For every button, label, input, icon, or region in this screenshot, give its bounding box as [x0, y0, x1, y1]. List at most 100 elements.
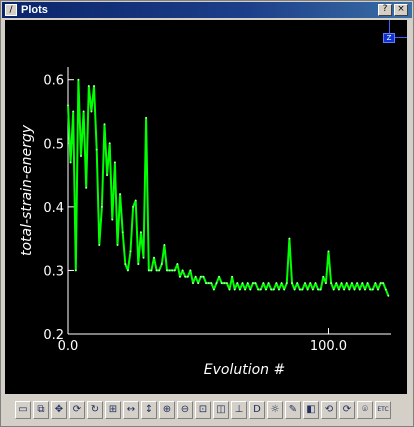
data-point [379, 282, 382, 285]
pan-icon[interactable]: ✥ [51, 401, 67, 419]
data-point [194, 275, 197, 278]
data-point [361, 282, 364, 285]
plot-toolbar: ▭ ⧉ ✥ ⟳ ↻ ⊞ ↔ ↕ ⊕ ⊖ ⊡ ◫ ⊥ D ☼ ✎ ◧ ⟲ ⟳ ⌾ ETC [5, 399, 407, 423]
data-point [291, 282, 293, 285]
data-point [371, 288, 374, 291]
y-tick-label: 0.3 [43, 264, 64, 279]
data-point [67, 104, 69, 107]
eraser-icon[interactable]: ✎ [285, 401, 301, 419]
data-point [358, 288, 361, 291]
data-point [351, 282, 353, 285]
data-point [236, 282, 239, 285]
data-point [322, 275, 325, 278]
data-point [283, 288, 286, 291]
data-point [80, 155, 82, 157]
data-point [197, 282, 200, 285]
horizontal-arrows-icon[interactable]: ↔ [123, 401, 139, 419]
data-point [95, 148, 98, 151]
data-point [267, 282, 270, 285]
data-point [314, 282, 317, 285]
data-point [293, 288, 296, 291]
data-point [377, 288, 379, 291]
vertical-arrows-icon[interactable]: ↕ [141, 401, 157, 419]
data-point [132, 205, 135, 208]
data-point [249, 288, 252, 291]
data-point [124, 263, 127, 265]
data-point [262, 282, 265, 285]
zoom-in-icon[interactable]: ⊕ [159, 401, 175, 419]
chart-svg: 0.20.30.40.50.60.0 100.0Evolution #total-… [19, 67, 391, 378]
data-point [366, 282, 369, 285]
data-point [160, 263, 163, 265]
data-point [127, 269, 129, 272]
x-tick-label: 0.0 [58, 339, 79, 354]
light-icon[interactable]: ☼ [267, 401, 283, 419]
plots-window: / Plots ? × 0.2 0.3 0.4 0.5 0.6 0.0 100.0 Evolu… [0, 0, 414, 427]
data-point [158, 269, 161, 272]
axes-icon[interactable]: ⊥ [231, 401, 247, 419]
corner-connector-line [389, 20, 390, 33]
rotate-icon[interactable]: ↻ [87, 401, 103, 419]
etc-icon[interactable]: ETC [375, 401, 391, 419]
default-icon[interactable]: D [249, 401, 265, 419]
window-title: Plots [21, 4, 48, 16]
x-tick-label: 100.0 [310, 339, 347, 354]
data-point [285, 282, 288, 285]
frame-icon[interactable]: ⊞ [105, 401, 121, 419]
data-point [338, 288, 340, 291]
cube-icon[interactable]: ◧ [303, 401, 319, 419]
data-point [218, 275, 220, 278]
data-point [259, 288, 262, 291]
data-point [345, 282, 348, 285]
copy-icon[interactable]: ⧉ [33, 401, 49, 419]
x-axis-label: Evolution # [204, 362, 285, 378]
data-point [155, 269, 158, 272]
close-button[interactable]: × [394, 4, 408, 16]
data-point [228, 288, 231, 291]
data-point [69, 161, 72, 164]
data-point [181, 269, 184, 272]
data-point [184, 275, 187, 278]
data-point [296, 282, 299, 285]
data-point [387, 294, 390, 297]
data-point [223, 282, 226, 285]
zoom-out-icon[interactable]: ⊖ [177, 401, 193, 419]
data-point [98, 244, 101, 246]
refresh-icon[interactable]: ⟳ [69, 401, 85, 419]
data-point [212, 288, 215, 291]
window-icon[interactable]: / [5, 4, 17, 16]
zoom-box-icon[interactable]: ⊡ [195, 401, 211, 419]
data-point [306, 288, 309, 291]
data-point [382, 282, 385, 285]
data-point [171, 269, 174, 272]
title-bar[interactable]: / Plots ? × [2, 2, 412, 18]
data-point [369, 288, 372, 291]
zoom-corner-icon[interactable]: Z [383, 33, 395, 43]
y-tick-label: 0.4 [43, 201, 64, 216]
data-point [111, 218, 114, 221]
data-point [77, 78, 80, 81]
rotate-view-2-icon[interactable]: ⟳ [339, 401, 355, 419]
data-point [330, 282, 332, 285]
window-icon[interactable]: ▭ [15, 401, 31, 419]
fit-icon[interactable]: ◫ [213, 401, 229, 419]
data-point [324, 282, 327, 285]
camera-icon[interactable]: ⌾ [357, 401, 373, 419]
plot-canvas[interactable]: 0.2 0.3 0.4 0.5 0.6 0.0 100.0 Evolution # total-… [5, 20, 407, 394]
help-button[interactable]: ? [378, 4, 392, 16]
data-point [186, 275, 189, 278]
data-point [348, 288, 351, 291]
data-point [257, 288, 260, 291]
data-point [168, 269, 171, 272]
data-point [72, 110, 75, 113]
rotate-view-icon[interactable]: ⟲ [321, 401, 337, 419]
data-point [332, 288, 335, 291]
data-point [129, 250, 132, 253]
data-point [192, 282, 194, 285]
data-point [90, 110, 93, 113]
data-point [215, 282, 218, 285]
data-point [327, 250, 330, 253]
data-point [100, 205, 103, 208]
data-point [241, 282, 244, 285]
data-point [106, 174, 108, 176]
